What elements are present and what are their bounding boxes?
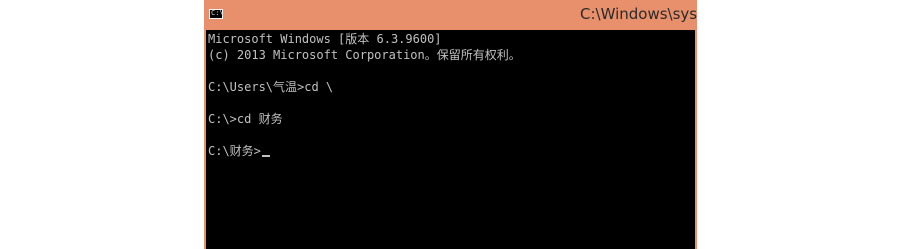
console-line-version: Microsoft Windows [版本 6.3.9600]	[208, 32, 442, 46]
console-line-command-1: C:\Users\气温>cd \	[208, 80, 334, 94]
console-line-copyright: (c) 2013 Microsoft Corporation。保留所有权利。	[208, 48, 521, 62]
console-prompt-line[interactable]: C:\财务>	[208, 144, 270, 158]
console-output-area[interactable]: Microsoft Windows [版本 6.3.9600] (c) 2013…	[206, 30, 695, 249]
console-icon[interactable]: C:\	[209, 9, 224, 19]
title-bar[interactable]: C:\ C:\Windows\sys	[204, 0, 697, 30]
window-title: C:\Windows\sys	[580, 5, 697, 23]
console-window: C:\ C:\Windows\sys Microsoft Windows [版本…	[204, 0, 697, 249]
console-prompt: C:\财务>	[208, 144, 261, 158]
text-cursor	[261, 155, 270, 157]
console-icon-glyph: C:\	[211, 9, 224, 17]
console-line-command-2: C:\>cd 财务	[208, 112, 283, 126]
